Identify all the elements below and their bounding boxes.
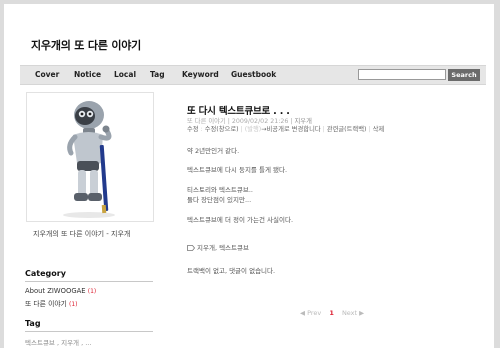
post-body-line: 약 2년만인거 같다. xyxy=(187,147,240,155)
blog-title[interactable]: 지우개의 또 다른 이야기 xyxy=(31,37,141,53)
make-private-link[interactable]: →비공개로 변경합니다 xyxy=(261,126,320,133)
post-body-line: 텍스트큐브에 다시 둥지를 틀게 됐다. xyxy=(187,166,288,174)
category-count: (1) xyxy=(87,288,97,295)
nav-guestbook[interactable]: Guestbook xyxy=(231,70,276,79)
search-input[interactable] xyxy=(358,69,446,80)
post-body-line: 둘다 장단점이 있지만... xyxy=(187,196,252,204)
post-title[interactable]: 또 다시 텍스트큐브로 . . . xyxy=(187,103,290,117)
category-heading: Category xyxy=(25,269,66,278)
category-label[interactable]: About ZIWOOGAE xyxy=(25,287,86,295)
category-item[interactable]: 또 다른 이야기 (1) xyxy=(25,298,78,308)
nav-keyword[interactable]: Keyword xyxy=(182,70,219,79)
nav-cover[interactable]: Cover xyxy=(35,70,59,79)
category-item[interactable]: About ZIWOOGAE (1) xyxy=(25,287,96,295)
related-trackback-link[interactable]: 관련글(트랙백) xyxy=(327,126,367,133)
post-body-line: 티스토리와 텍스트큐브.. xyxy=(187,186,253,194)
post-tags: 지우개, 텍스트큐브 xyxy=(187,242,249,252)
sidebar-tag-list[interactable]: 텍스트큐브 , 지우개 , ... xyxy=(25,337,91,347)
nav-tag[interactable]: Tag xyxy=(150,70,165,79)
category-divider xyxy=(25,281,153,282)
search-button[interactable]: Search xyxy=(448,69,480,81)
category-label[interactable]: 또 다른 이야기 xyxy=(25,300,67,308)
post-tag-links[interactable]: 지우개, 텍스트큐브 xyxy=(197,244,249,252)
delete-link[interactable]: 삭제 xyxy=(373,126,385,133)
visibility-status: (발행) xyxy=(244,126,262,133)
comment-trackback-info[interactable]: 트랙백이 없고, 댓글이 없습니다. xyxy=(187,265,275,275)
post-body-line: 텍스트큐브에 더 정이 가는건 사실이다. xyxy=(187,216,294,224)
next-page-link[interactable]: Next ▶ xyxy=(342,309,364,317)
pagination: ◀ Prev 1 Next ▶ xyxy=(300,309,364,317)
profile-image xyxy=(26,92,154,222)
edit-link[interactable]: 수정 xyxy=(187,126,199,133)
category-count: (1) xyxy=(69,301,78,308)
robot-mascot-image xyxy=(63,101,115,218)
tag-icon xyxy=(187,245,195,251)
post-actions: 수정 : 수정(창으로) | (발행)→비공개로 변경합니다 | 관련글(트랙백… xyxy=(187,126,385,133)
nav-local[interactable]: Local xyxy=(114,70,136,79)
blog-page: 지우개의 또 다른 이야기 Cover Notice Local Tag Key… xyxy=(4,4,494,348)
nav-notice[interactable]: Notice xyxy=(74,70,101,79)
tag-heading: Tag xyxy=(25,319,41,328)
edit-window-link[interactable]: 수정(창으로) xyxy=(205,126,239,133)
tag-divider xyxy=(25,331,153,332)
navigation-bar: Cover Notice Local Tag Keyword Guestbook… xyxy=(20,65,486,85)
current-page[interactable]: 1 xyxy=(329,309,334,317)
profile-caption: 지우개의 또 다른 이야기 - 지우개 xyxy=(33,230,131,238)
prev-page-link[interactable]: ◀ Prev xyxy=(300,309,321,317)
